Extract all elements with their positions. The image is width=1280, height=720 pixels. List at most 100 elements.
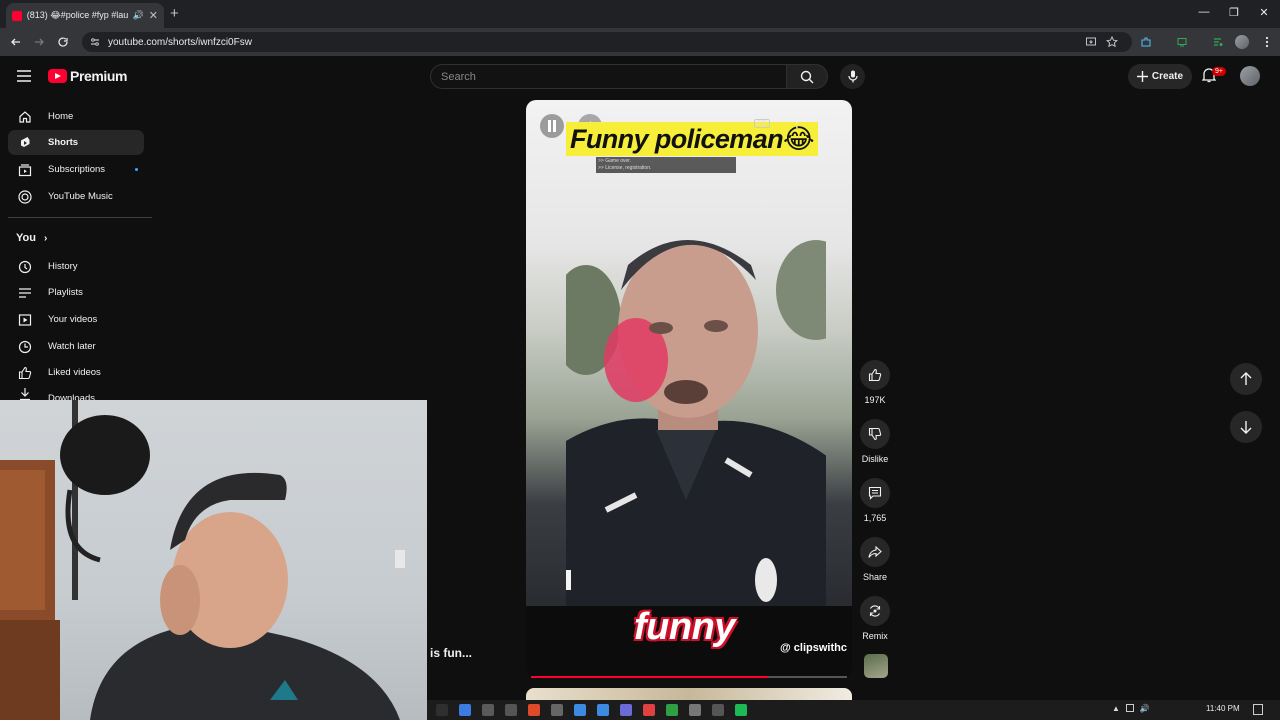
- bookmark-star-icon[interactable]: [1104, 34, 1120, 50]
- system-tray[interactable]: ▲ 🔊: [1112, 704, 1150, 713]
- video-frame-image: [566, 240, 826, 610]
- sidebar-item-watch-later[interactable]: Watch later: [8, 334, 144, 359]
- comments-action[interactable]: 1,765: [860, 478, 890, 523]
- sidebar-item-label: Subscriptions: [48, 164, 106, 175]
- sidebar-item-downloads[interactable]: Downloads: [8, 387, 144, 400]
- taskbar-clock[interactable]: 11:40 PM: [1206, 704, 1240, 713]
- hamburger-menu-icon[interactable]: [17, 70, 31, 82]
- tray-chevron-up-icon[interactable]: ▲: [1112, 704, 1120, 713]
- taskbar-app-icon[interactable]: [435, 704, 448, 716]
- close-window-button[interactable]: ✕: [1254, 6, 1274, 19]
- taskbar-app-icon[interactable]: [573, 704, 586, 716]
- fullscreen-icon[interactable]: [818, 116, 830, 128]
- browser-menu-icon[interactable]: [1259, 34, 1275, 50]
- new-tab-button[interactable]: +: [170, 5, 179, 22]
- taskbar-app-icon[interactable]: [596, 704, 609, 716]
- taskbar-app-icon[interactable]: [481, 704, 494, 716]
- forward-button[interactable]: [31, 34, 47, 50]
- reload-button[interactable]: [55, 34, 71, 50]
- profile-avatar[interactable]: [1235, 35, 1249, 49]
- home-icon: [18, 110, 32, 124]
- browser-tab-bar: [0, 0, 1280, 28]
- taskbar-app-icon[interactable]: [504, 704, 517, 716]
- sidebar-item-youtube-music[interactable]: YouTube Music: [8, 184, 144, 209]
- sidebar-item-history[interactable]: History: [8, 254, 144, 279]
- music-icon: [18, 189, 32, 204]
- taskbar-app-list: [430, 704, 752, 716]
- cast-icon[interactable]: [1174, 34, 1190, 50]
- create-button[interactable]: Create: [1128, 64, 1192, 89]
- search-button[interactable]: [786, 64, 828, 89]
- sidebar-item-shorts[interactable]: Shorts: [8, 130, 144, 155]
- comments-button[interactable]: [860, 478, 890, 508]
- sidebar-item-playlists[interactable]: Playlists: [8, 280, 144, 305]
- chevron-right-icon: ›: [43, 232, 48, 244]
- sidebar-item-label: Playlists: [48, 287, 83, 298]
- next-short-button[interactable]: [1230, 411, 1262, 443]
- url-text: youtube.com/shorts/iwnfzci0Fsw: [108, 36, 252, 48]
- tray-network-icon[interactable]: [1125, 704, 1134, 712]
- your-videos-icon: [18, 313, 32, 327]
- extensions-icon[interactable]: [1138, 34, 1154, 50]
- tab-close-button[interactable]: ✕: [149, 9, 158, 22]
- taskbar-app-icon[interactable]: [619, 704, 632, 716]
- subscriptions-icon: [18, 163, 32, 177]
- dislike-button[interactable]: [860, 419, 890, 449]
- like-button[interactable]: [860, 360, 890, 390]
- thumbs-up-icon: [868, 368, 882, 382]
- sidebar-you-header[interactable]: You ›: [16, 232, 47, 244]
- pause-button[interactable]: [540, 114, 564, 138]
- captions-button[interactable]: CC: [754, 119, 771, 128]
- taskbar-app-icon[interactable]: [642, 704, 655, 716]
- taskbar-app-icon[interactable]: [734, 704, 747, 716]
- thumbs-down-icon: [868, 427, 882, 441]
- tab-audio-icon: 🔊: [132, 10, 144, 20]
- sidebar-divider: [8, 217, 152, 218]
- back-button[interactable]: [8, 34, 24, 50]
- share-action[interactable]: Share: [860, 537, 890, 582]
- video-title-overlay: Funny policeman😂: [566, 122, 818, 156]
- share-button[interactable]: [860, 537, 890, 567]
- remix-action[interactable]: Remix: [860, 596, 890, 641]
- video-description-fragment: is fun...: [430, 646, 472, 660]
- sidebar-item-liked-videos[interactable]: Liked videos: [8, 360, 144, 385]
- address-bar[interactable]: youtube.com/shorts/iwnfzci0Fsw: [82, 32, 1132, 52]
- sound-thumbnail[interactable]: [864, 654, 888, 678]
- taskbar-app-icon[interactable]: [711, 704, 724, 716]
- sidebar-item-subscriptions[interactable]: Subscriptions: [8, 157, 144, 182]
- browser-tab[interactable]: (813) 😂#police #fyp #laug… 🔊 ✕: [6, 3, 164, 28]
- video-caption-text: funny: [634, 606, 735, 648]
- subtitle-line: >> Game over.: [598, 158, 632, 164]
- search-box[interactable]: [430, 64, 787, 89]
- more-options-icon[interactable]: ⋮: [790, 114, 804, 131]
- notification-center-icon[interactable]: [1253, 704, 1263, 715]
- remix-button[interactable]: [860, 596, 890, 626]
- youtube-play-icon: [48, 69, 67, 83]
- voice-search-button[interactable]: [840, 64, 865, 89]
- tray-volume-icon[interactable]: 🔊: [1140, 704, 1150, 713]
- taskbar-app-icon[interactable]: [665, 704, 678, 716]
- history-icon: [18, 260, 32, 274]
- sidebar-item-home[interactable]: Home: [8, 104, 144, 129]
- account-avatar[interactable]: [1240, 66, 1260, 86]
- taskbar-app-icon[interactable]: [527, 704, 540, 716]
- taskbar-app-icon[interactable]: [688, 704, 701, 716]
- search-input[interactable]: [441, 70, 786, 83]
- restore-window-button[interactable]: ❐: [1224, 6, 1244, 19]
- watch-later-icon: [18, 340, 32, 354]
- subtitle-line: >> License, registration.: [598, 165, 652, 171]
- like-action[interactable]: 197K: [860, 360, 890, 405]
- previous-short-button[interactable]: [1230, 363, 1262, 395]
- taskbar-app-icon[interactable]: [458, 704, 471, 716]
- site-info-icon[interactable]: [90, 37, 100, 47]
- install-app-icon[interactable]: [1083, 34, 1099, 50]
- dislike-action[interactable]: Dislike: [860, 419, 890, 464]
- minimize-window-button[interactable]: —: [1194, 6, 1214, 18]
- taskbar-app-icon[interactable]: [550, 704, 563, 716]
- shorts-video-player[interactable]: [526, 100, 852, 678]
- webcam-overlay: [0, 400, 427, 720]
- media-control-icon[interactable]: [1210, 34, 1226, 50]
- sidebar-item-label: Shorts: [48, 137, 79, 148]
- sidebar-item-your-videos[interactable]: Your videos: [8, 307, 144, 332]
- youtube-logo[interactable]: Premium: [48, 68, 128, 84]
